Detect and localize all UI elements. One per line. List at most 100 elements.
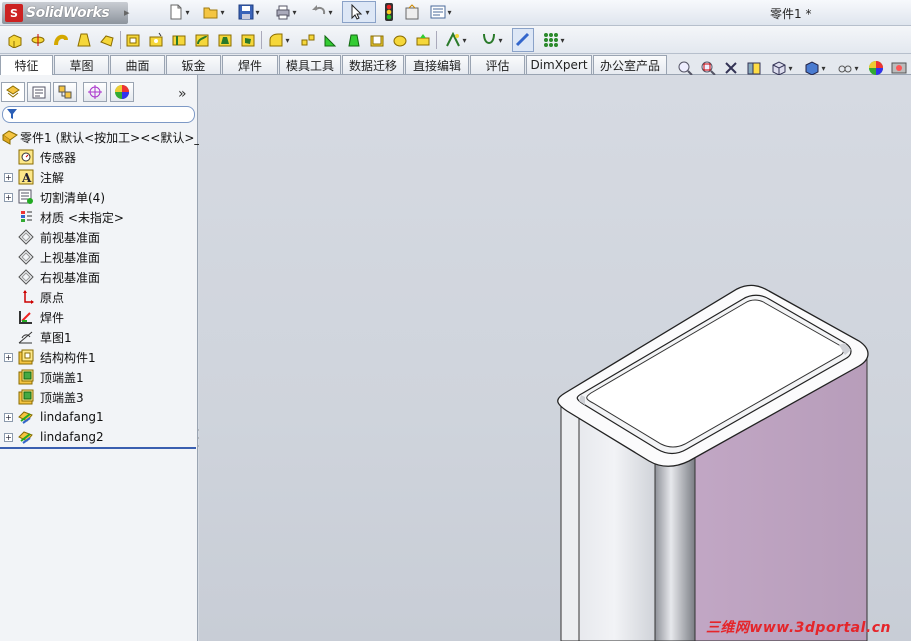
solidworks-logo[interactable]: S SolidWorks [2,2,128,24]
tree-item-material[interactable]: 材质 <未指定> [0,207,198,227]
rollback-bar[interactable] [0,447,196,449]
tab-configurationmanager[interactable] [53,82,77,102]
tab-evaluate[interactable]: 评估 [470,55,525,74]
menu-expand-arrow-icon[interactable]: ▸ [124,6,130,19]
tree-filter-bar[interactable] [2,106,195,123]
reference-geometry-button[interactable]: ▾ [440,30,472,50]
shell-button[interactable] [367,30,387,50]
expand-icon[interactable]: + [4,432,13,442]
tree-item-sketch1[interactable]: 草图1 [0,327,198,347]
reference-geometry-icon [446,32,461,47]
swept-cut-icon [195,34,209,47]
extruded-boss-button[interactable] [5,30,25,50]
tab-dimxpert[interactable]: DimXpert [526,55,592,74]
features-toolbar: ▾ ▾ ▾ ▾ [0,26,911,54]
cut-list-icon [18,189,33,204]
draft-button[interactable] [344,30,364,50]
tree-item-top-plane[interactable]: 上视基准面 [0,247,198,267]
tree-item-front-plane[interactable]: 前视基准面 [0,227,198,247]
tab-sheet-metal[interactable]: 钣金 [166,55,221,74]
tree-root-part[interactable]: 零件1 (默认<按加工><<默认>_ [0,127,200,147]
tree-item-sensors[interactable]: 传感器 [0,147,198,167]
swept-cut-button[interactable] [192,30,212,50]
part-icon [2,130,18,145]
linear-pattern-button[interactable] [298,30,318,50]
print-button[interactable]: ▾ [270,2,302,22]
extruded-boss-icon [8,34,22,48]
plane-icon [18,229,34,245]
boundary-cut-button[interactable] [238,30,258,50]
select-button[interactable]: ▾ [342,1,376,23]
hole-wizard-button[interactable] [146,30,166,50]
sensor-icon [18,149,34,165]
tab-mold-tools[interactable]: 模具工具 [279,55,341,74]
displaymanager-icon [115,85,129,99]
open-button[interactable]: ▾ [198,2,230,22]
structural-member-icon [18,349,34,365]
tab-data-migration[interactable]: 数据迁移 [342,55,404,74]
filter-icon [7,109,17,119]
zoom-to-fit-icon [678,61,693,76]
end-cap-icon [18,369,34,385]
curves-button[interactable]: ▾ [476,30,508,50]
tab-office-products[interactable]: 办公室产品 [593,55,667,74]
tree-item-end-cap3[interactable]: 顶端盖3 [0,387,198,407]
swept-boss-button[interactable] [51,30,71,50]
lofted-cut-button[interactable] [215,30,235,50]
tree-item-lindafang2[interactable]: + lindafang2 [0,427,198,447]
tree-item-end-cap1[interactable]: 顶端盖1 [0,367,198,387]
tab-features[interactable]: 特征 [0,55,53,75]
tree-item-origin[interactable]: 原点 [0,287,198,307]
undo-button[interactable]: ▾ [306,2,338,22]
instant3d-button[interactable] [512,28,534,52]
dome-button[interactable] [413,30,433,50]
revolved-cut-button[interactable] [169,30,189,50]
tree-item-annotations[interactable]: + A 注解 [0,167,198,187]
undo-icon [312,5,326,15]
solidworks-mark-icon: S [5,4,23,22]
tab-surfaces[interactable]: 曲面 [110,55,165,74]
tab-weldments[interactable]: 焊件 [222,55,278,74]
options-button[interactable]: ▾ [425,2,457,22]
expand-icon[interactable]: + [4,352,13,362]
rib-icon [324,34,337,47]
print-icon [276,5,290,20]
wrap-button[interactable] [390,30,410,50]
grid-button[interactable]: ▾ [538,30,570,50]
tab-featuremanager[interactable] [1,82,25,102]
new-document-button[interactable]: ▾ [163,2,195,22]
view-orientation-icon [772,61,786,76]
tab-direct-editing[interactable]: 直接编辑 [405,55,469,74]
expand-icon[interactable]: + [4,172,13,182]
tree-item-structural-member1[interactable]: + 结构构件1 [0,347,198,367]
graphics-area[interactable] [199,75,911,641]
tab-sketch[interactable]: 草图 [54,55,109,74]
title-bar: S SolidWorks ▸ ▾ ▾ ▾ ▾ ▾ ▾ ▾ 零件1 * [0,0,911,26]
expand-icon[interactable]: + [4,412,13,422]
rebuild-button[interactable] [380,2,398,22]
tree-item-lindafang1[interactable]: + lindafang1 [0,407,198,427]
rib-button[interactable] [321,30,341,50]
boundary-boss-button[interactable] [97,30,117,50]
tab-dimxpertmanager[interactable] [83,82,107,102]
extruded-cut-button[interactable] [123,30,143,50]
tree-item-cut-list[interactable]: + 切割清单(4) [0,187,198,207]
expand-icon[interactable]: + [4,192,13,202]
tree-item-weldment[interactable]: 焊件 [0,307,198,327]
sketch-icon [18,331,33,344]
lofted-boss-button[interactable] [74,30,94,50]
save-button[interactable]: ▾ [233,2,265,22]
file-properties-button[interactable] [402,2,422,22]
configurationmanager-icon [58,85,72,99]
tab-displaymanager[interactable] [110,82,134,102]
material-icon [21,211,32,222]
tab-propertymanager[interactable] [27,82,51,102]
revolved-boss-button[interactable] [28,30,48,50]
rebuild-traffic-light-icon [385,3,393,21]
expand-panel-icon[interactable]: » [178,86,187,102]
annotations-icon: A [18,169,34,185]
tree-item-right-plane[interactable]: 右视基准面 [0,267,198,287]
zoom-area-icon [701,61,716,76]
rectangular-tube-model[interactable] [199,75,911,641]
fillet-button[interactable]: ▾ [264,30,294,50]
